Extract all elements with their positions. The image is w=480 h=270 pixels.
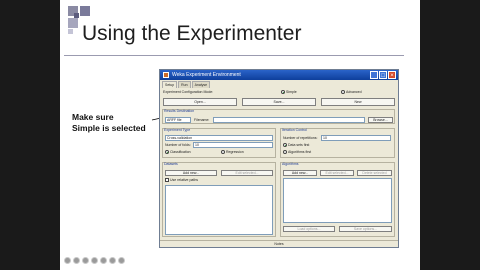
repetitions-label: Number of repetitions: — [283, 136, 318, 140]
regression-option[interactable]: Regression — [221, 149, 244, 155]
iteration-control-group: Iteration Control Number of repetitions:… — [280, 128, 395, 158]
mode-advanced-label: Advanced — [346, 90, 362, 94]
relative-paths-label: Use relative paths — [170, 178, 199, 182]
tab-run[interactable]: Run — [178, 81, 191, 88]
classification-option[interactable]: Classification — [165, 149, 191, 155]
callout-line-2: Simple is selected — [72, 123, 146, 133]
data-first-option[interactable]: Data sets first — [283, 142, 309, 148]
window-title: Weka Experiment Environment — [172, 72, 241, 78]
close-button[interactable]: × — [388, 71, 396, 79]
slide: Using the Experimenter Make sure Simple … — [60, 0, 420, 270]
decor-square — [68, 18, 78, 28]
algorithms-first-label: Algorithms first — [288, 150, 312, 154]
datasets-label: Datasets — [164, 162, 178, 166]
decor-square — [74, 13, 79, 18]
destination-select[interactable]: ARFF file — [165, 117, 191, 123]
window-titlebar: Weka Experiment Environment _ □ × — [160, 70, 398, 80]
delete-algorithm-button[interactable]: Delete selected — [357, 170, 392, 176]
algorithms-first-option[interactable]: Algorithms first — [283, 149, 311, 155]
callout-line-1: Make sure — [72, 112, 114, 122]
title-rule — [64, 55, 404, 56]
decor-square — [80, 6, 90, 16]
edit-algorithm-button[interactable]: Edit selected... — [320, 170, 354, 176]
folds-label: Number of folds: — [165, 143, 191, 147]
radio-icon[interactable] — [281, 90, 285, 95]
config-mode-label: Experiment Configuration Mode: — [163, 90, 214, 94]
notes-bar[interactable]: Notes — [160, 240, 398, 247]
folds-input[interactable]: 10 — [193, 142, 273, 148]
fullscreen-icon[interactable] — [109, 257, 116, 264]
mode-simple-label: Simple — [286, 90, 297, 94]
radio-icon[interactable] — [221, 150, 225, 155]
experiment-type-group: Experiment Type Cross-validation Number … — [162, 128, 276, 158]
new-button[interactable]: New — [321, 98, 395, 106]
results-destination-group: Results Destination ARFF file Filename: … — [162, 109, 395, 124]
browse-button[interactable]: Browse... — [368, 117, 393, 123]
menu-icon[interactable] — [118, 257, 125, 264]
slide-title: Using the Experimenter — [82, 22, 302, 45]
add-dataset-button[interactable]: Add new... — [165, 170, 217, 176]
player-controls — [60, 250, 420, 270]
experiment-type-select[interactable]: Cross-validation — [165, 135, 273, 141]
algorithms-label: Algorithms — [282, 162, 299, 166]
radio-icon[interactable] — [283, 143, 287, 148]
radio-icon[interactable] — [165, 150, 169, 155]
decor-square — [68, 29, 73, 34]
datasets-list[interactable] — [165, 185, 273, 235]
minimize-button[interactable]: _ — [370, 71, 378, 79]
rewind-icon[interactable] — [64, 257, 71, 264]
experiment-type-label: Experiment Type — [164, 128, 191, 132]
classification-label: Classification — [170, 150, 191, 154]
mode-simple-option[interactable]: Simple — [281, 89, 297, 96]
app-icon — [163, 72, 169, 78]
add-algorithm-button[interactable]: Add new... — [283, 170, 317, 176]
callout-text: Make sure Simple is selected — [72, 112, 156, 134]
datasets-group: Datasets Add new... Edit selected... Use… — [162, 162, 276, 237]
tab-analyse[interactable]: Analyse — [191, 81, 211, 88]
open-button[interactable]: Open... — [163, 98, 237, 106]
save-options-button[interactable]: Save options... — [339, 226, 392, 232]
radio-icon[interactable] — [341, 90, 345, 95]
radio-icon[interactable] — [283, 150, 287, 155]
filename-input[interactable] — [213, 117, 365, 123]
checkbox-icon[interactable] — [165, 178, 169, 183]
algorithms-group: Algorithms Add new... Edit selected... D… — [280, 162, 395, 237]
config-mode-row: Experiment Configuration Mode: Simple Ad… — [163, 89, 395, 96]
repetitions-input[interactable]: 10 — [321, 135, 391, 141]
tab-setup[interactable]: Setup — [162, 81, 178, 88]
save-button[interactable]: Save... — [242, 98, 316, 106]
results-destination-label: Results Destination — [164, 109, 195, 113]
play-icon[interactable] — [73, 257, 80, 264]
algorithms-list[interactable] — [283, 178, 392, 223]
pause-icon[interactable] — [82, 257, 89, 264]
filename-label: Filename: — [194, 118, 210, 122]
mode-advanced-option[interactable]: Advanced — [341, 89, 362, 96]
iteration-control-label: Iteration Control — [282, 128, 307, 132]
load-options-button[interactable]: Load options... — [283, 226, 335, 232]
tab-strip: Setup Run Analyse — [160, 81, 398, 88]
regression-label: Regression — [226, 150, 244, 154]
data-first-label: Data sets first — [288, 143, 310, 147]
mouse-cursor-icon: ➤ — [367, 248, 375, 258]
file-buttons: Open... Save... New — [163, 98, 395, 106]
maximize-button[interactable]: □ — [379, 71, 387, 79]
weka-window: Weka Experiment Environment _ □ × Setup … — [159, 69, 399, 248]
volume-icon[interactable] — [100, 257, 107, 264]
edit-dataset-button[interactable]: Edit selected... — [221, 170, 273, 176]
relative-paths-option[interactable]: Use relative paths — [165, 177, 198, 183]
forward-icon[interactable] — [91, 257, 98, 264]
